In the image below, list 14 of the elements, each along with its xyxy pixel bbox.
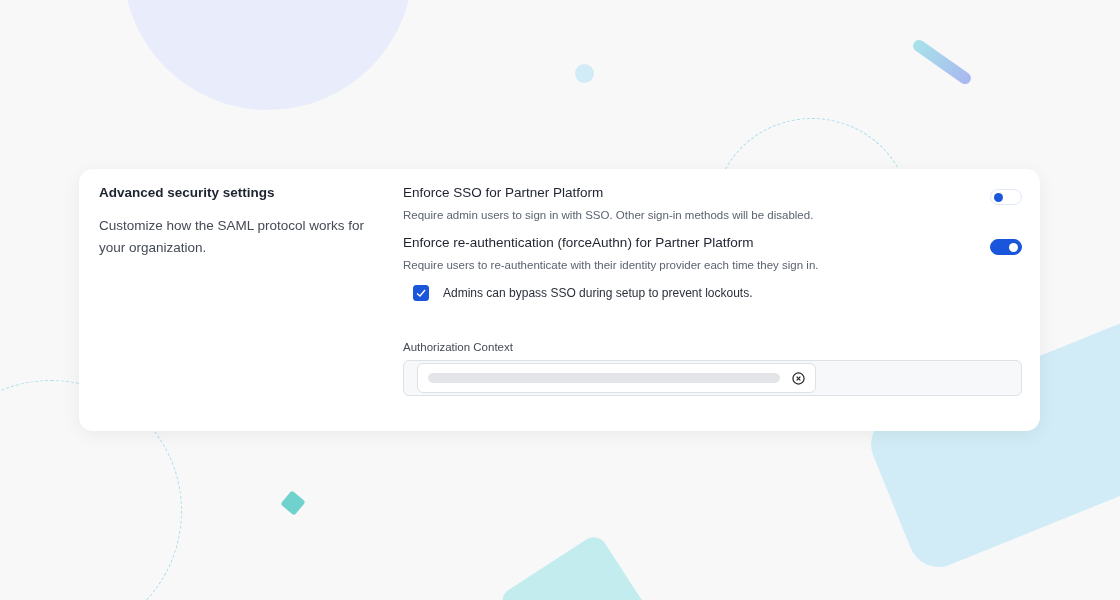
checkbox[interactable] <box>413 285 429 301</box>
section-title: Advanced security settings <box>99 185 276 200</box>
setting-label: Enforce SSO for Partner Platform <box>403 185 605 200</box>
section-description: Customize how the SAML protocol works for your organization. <box>99 217 366 257</box>
checkmark-icon <box>415 287 427 299</box>
toggle-switch[interactable] <box>990 239 1022 255</box>
background-dot <box>575 64 594 83</box>
setting-description: Require users to re-authenticate with their identity provider each time they sign in. <box>403 259 819 271</box>
field-label: Authorization Context <box>403 341 514 353</box>
clear-icon[interactable] <box>792 371 805 385</box>
authorization-context-field[interactable] <box>403 360 1022 396</box>
setting-description: Require admin users to sign in with SSO. Other sign-in methods will be disabled. <box>403 209 814 221</box>
setting-label: Enforce re-authentication (forceAuthn) for Partner Platform <box>403 235 755 250</box>
checkbox-label: Admins can bypass SSO during setup to prevent lockouts. <box>443 286 753 300</box>
